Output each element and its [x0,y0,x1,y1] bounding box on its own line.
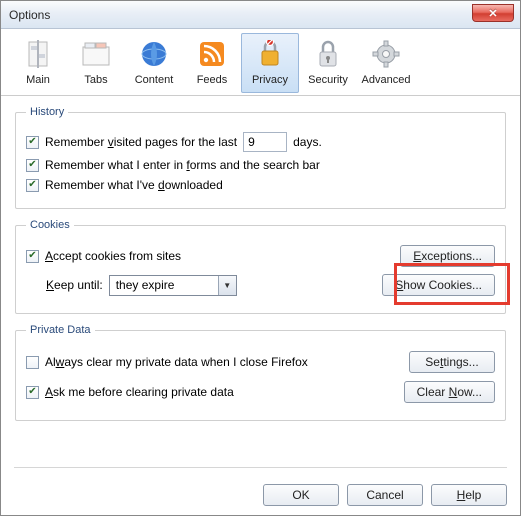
tab-main[interactable]: Main [9,33,67,93]
close-icon: ✕ [488,7,497,20]
checkbox-remember-forms[interactable]: ✔ [26,159,39,172]
tab-privacy-label: Privacy [244,74,296,86]
row-ask-me: ✔ Ask me before clearing private data Cl… [26,380,495,404]
keep-until-label: Keep until: [46,278,103,292]
category-toolbar: Main Tabs Content Feeds Privacy Security [1,29,520,96]
window-close-button[interactable]: ✕ [472,4,514,22]
ask-me-label: Ask me before clearing private data [45,385,234,399]
tab-security[interactable]: Security [299,33,357,93]
history-legend: History [26,106,68,118]
visited-days-input[interactable]: 9 [243,132,287,152]
exceptions-button[interactable]: Exceptions... [400,245,495,267]
tab-tabs[interactable]: Tabs [67,33,125,93]
remember-downloads-label: Remember what I've downloaded [45,178,223,192]
checkbox-remember-visited[interactable]: ✔ [26,136,39,149]
show-cookies-button[interactable]: Show Cookies... [382,274,495,296]
accept-cookies-label: Accept cookies from sites [45,249,181,263]
clear-now-button[interactable]: Clear Now... [404,381,495,403]
tab-content-label: Content [128,74,180,86]
remember-visited-label-prefix: Remember visited pages for the last [45,135,237,149]
group-cookies: Cookies ✔ Accept cookies from sites Exce… [15,219,506,314]
checkbox-always-clear[interactable]: ✔ [26,356,39,369]
row-accept-cookies: ✔ Accept cookies from sites Exceptions..… [26,245,495,267]
row-remember-forms: ✔ Remember what I enter in forms and the… [26,158,495,172]
private-data-legend: Private Data [26,324,95,336]
advanced-icon [370,38,402,70]
feeds-icon [196,38,228,70]
settings-button[interactable]: Settings... [409,351,495,373]
tab-feeds-label: Feeds [186,74,238,86]
row-keep-until: Keep until: they expire ▼ Show Cookies..… [26,273,495,297]
group-private-data: Private Data ✔ Always clear my private d… [15,324,506,421]
footer-separator [14,467,507,468]
remember-visited-label-suffix: days. [293,135,322,149]
content-area: History ✔ Remember visited pages for the… [1,96,520,439]
tab-content[interactable]: Content [125,33,183,93]
ok-button[interactable]: OK [263,484,339,506]
tab-advanced-label: Advanced [360,74,412,86]
window-title: Options [9,8,50,22]
tab-advanced[interactable]: Advanced [357,33,415,93]
main-icon [22,38,54,70]
checkbox-accept-cookies[interactable]: ✔ [26,250,39,263]
chevron-down-icon: ▼ [218,276,236,295]
help-button[interactable]: Help [431,484,507,506]
titlebar: Options ✕ [1,1,520,29]
keep-until-value: they expire [116,278,175,292]
tab-main-label: Main [12,74,64,86]
dialog-footer: OK Cancel Help [263,484,507,506]
always-clear-label: Always clear my private data when I clos… [45,355,308,369]
row-always-clear: ✔ Always clear my private data when I cl… [26,350,495,374]
cookies-legend: Cookies [26,219,74,231]
content-icon [138,38,170,70]
keep-until-select[interactable]: they expire ▼ [109,275,237,296]
privacy-icon [254,38,286,70]
security-icon [312,38,344,70]
tab-tabs-label: Tabs [70,74,122,86]
checkbox-ask-me[interactable]: ✔ [26,386,39,399]
tab-feeds[interactable]: Feeds [183,33,241,93]
tabs-icon [80,38,112,70]
cancel-button[interactable]: Cancel [347,484,423,506]
row-remember-visited: ✔ Remember visited pages for the last 9 … [26,132,495,152]
tab-privacy[interactable]: Privacy [241,33,299,93]
checkbox-remember-downloads[interactable]: ✔ [26,179,39,192]
tab-security-label: Security [302,74,354,86]
remember-forms-label: Remember what I enter in forms and the s… [45,158,320,172]
row-remember-downloads: ✔ Remember what I've downloaded [26,178,495,192]
group-history: History ✔ Remember visited pages for the… [15,106,506,209]
